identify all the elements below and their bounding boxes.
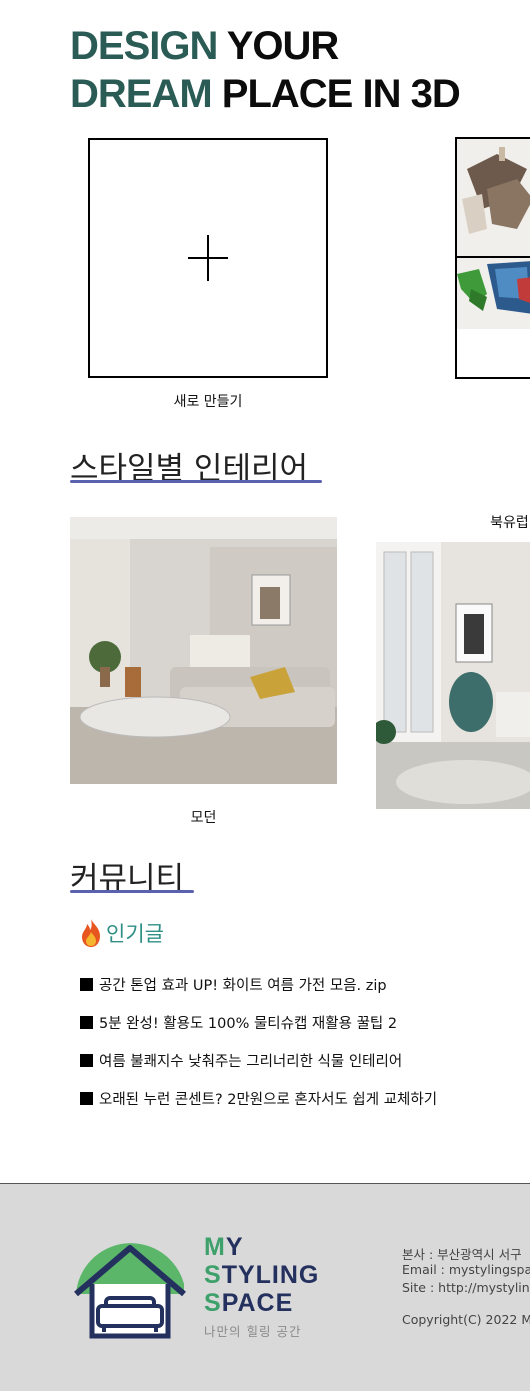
nordic-living-room-photo xyxy=(376,542,530,809)
popular-posts-title: 인기글 xyxy=(106,922,164,946)
floorplan-3d-preview-image xyxy=(457,139,530,377)
brand-initial: S xyxy=(204,1289,222,1317)
brand-line: SPACE xyxy=(204,1289,293,1317)
square-bullet-icon xyxy=(80,1054,93,1067)
hero-accent-word: DREAM xyxy=(70,72,213,116)
create-new-label: 새로 만들기 xyxy=(173,394,243,410)
style-card-modern-image[interactable] xyxy=(70,517,337,784)
style-card-label: 모던 xyxy=(190,810,217,826)
post-title: 여름 불쾌지수 낮춰주는 그리너리한 식물 인테리어 xyxy=(99,1054,403,1070)
brand-initial: M xyxy=(204,1233,226,1261)
square-bullet-icon xyxy=(80,1016,93,1029)
house-sofa-logo-icon xyxy=(74,1243,186,1339)
post-title: 오래된 누런 콘센트? 2만원으로 혼자서도 쉽게 교체하기 xyxy=(99,1092,438,1108)
create-new-project-button[interactable] xyxy=(88,138,328,378)
section-title-underline xyxy=(70,480,322,483)
post-link[interactable]: 오래된 누런 콘센트? 2만원으로 혼자서도 쉽게 교체하기 xyxy=(80,1088,437,1109)
brand-word: Y xyxy=(225,1233,244,1261)
hero-title-line-2: DREAM PLACE IN 3D xyxy=(70,72,461,116)
brand-initial: S xyxy=(204,1261,222,1289)
plus-icon xyxy=(188,235,228,281)
post-link[interactable]: 공간 톤업 효과 UP! 화이트 여름 가전 모음. zip xyxy=(80,974,387,995)
brand-word: TYLING xyxy=(221,1261,320,1289)
footer-address: 본사 : 부산광역시 서구 xyxy=(402,1247,522,1262)
popular-posts-header: 인기글 xyxy=(80,918,164,948)
footer-email[interactable]: Email : mystylingspa xyxy=(402,1262,530,1277)
brand-word: PACE xyxy=(221,1289,294,1317)
hero-title-line-1: DESIGN YOUR xyxy=(70,24,340,68)
project-thumbnail[interactable] xyxy=(455,137,530,379)
brand-line: MY xyxy=(204,1233,244,1261)
fire-icon xyxy=(82,919,100,947)
style-card-label: 북유럽 xyxy=(490,515,529,531)
section-title-underline xyxy=(70,890,194,893)
modern-living-room-photo xyxy=(70,517,337,784)
hero-word: YOUR xyxy=(226,24,340,68)
brand-line: STYLING xyxy=(204,1261,319,1289)
footer-copyright: Copyright(C) 2022 My xyxy=(402,1312,530,1327)
square-bullet-icon xyxy=(80,978,93,991)
hero-accent-word: DESIGN xyxy=(70,24,218,68)
post-link[interactable]: 5분 완성! 활용도 100% 물티슈캡 재활용 꿀팁 2 xyxy=(80,1012,397,1033)
square-bullet-icon xyxy=(80,1092,93,1105)
hero-word: PLACE IN 3D xyxy=(221,72,461,116)
post-title: 공간 톤업 효과 UP! 화이트 여름 가전 모음. zip xyxy=(99,978,387,994)
post-link[interactable]: 여름 불쾌지수 낮춰주는 그리너리한 식물 인테리어 xyxy=(80,1050,402,1071)
style-card-nordic-image[interactable] xyxy=(376,542,530,809)
post-title: 5분 완성! 활용도 100% 물티슈캡 재활용 꿀팁 2 xyxy=(99,1016,398,1032)
brand-tagline: 나만의 힐링 공간 xyxy=(204,1324,302,1339)
footer-site[interactable]: Site : http://mystylin xyxy=(402,1280,530,1295)
